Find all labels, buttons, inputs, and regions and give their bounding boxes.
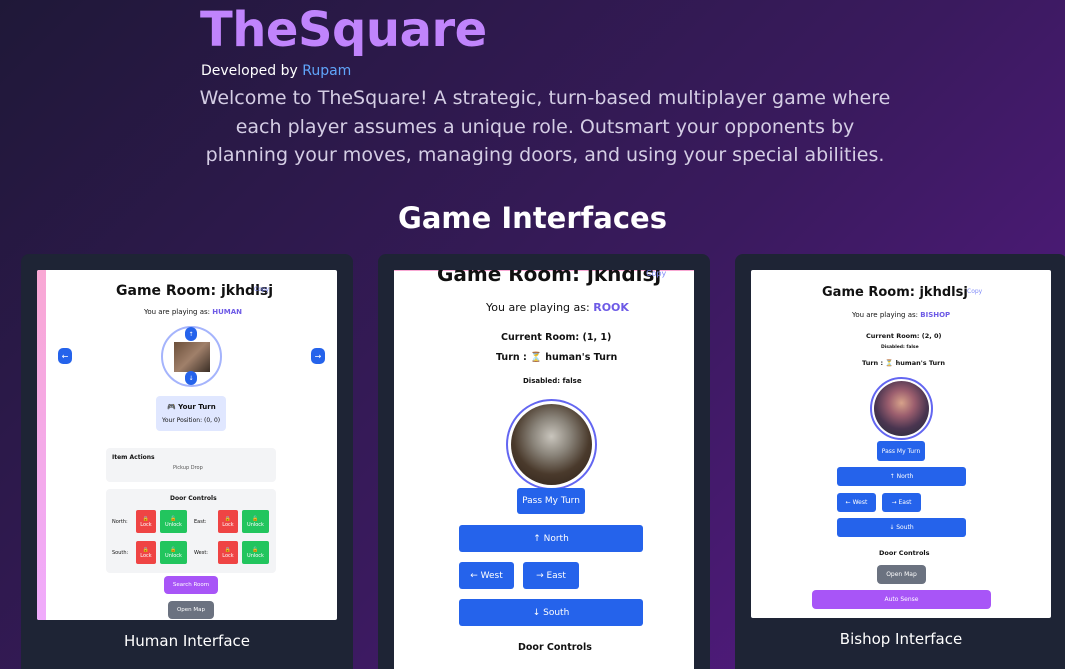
west-label: West: <box>194 550 208 556</box>
avatar <box>511 404 592 485</box>
bishop-interface-card: Game Room: jkhdlsj Copy You are playing … <box>735 254 1065 669</box>
move-south-button[interactable]: ↓ South <box>837 518 966 537</box>
rook-screenshot: Game Room: jkhdlsj Copy You are playing … <box>394 270 694 669</box>
door-controls-title: Door Controls <box>879 549 930 557</box>
east-label: East: <box>194 519 207 525</box>
room-title: Game Room: jkhdlsj <box>116 283 274 299</box>
bishop-screenshot: Game Room: jkhdlsj Copy You are playing … <box>751 270 1051 618</box>
west-lock-button[interactable]: 🔒 Lock <box>218 541 238 564</box>
east-unlock-button[interactable]: 🔓 Unlock <box>242 510 269 533</box>
move-south-button[interactable]: ↓ South <box>459 599 643 626</box>
door-controls-panel: Door Controls North: 🔒 Lock 🔓 Unlock East:… <box>106 489 276 573</box>
your-turn: 🎮 Your Turn <box>167 403 216 411</box>
role-label: ROOK <box>593 301 629 314</box>
unlock-label: Unlock <box>247 521 264 528</box>
playing-as: You are playing as: HUMAN <box>144 308 242 316</box>
developer-credit: Developed by Rupam <box>201 63 351 79</box>
avatar <box>174 342 210 372</box>
copy-link[interactable]: Copy <box>254 286 269 293</box>
south-lock-button[interactable]: 🔒 Lock <box>136 541 156 564</box>
move-east-button[interactable]: → East <box>882 493 921 512</box>
east-lock-button[interactable]: 🔒 Lock <box>218 510 238 533</box>
playing-as-label: You are playing as: <box>486 301 590 314</box>
open-map-button[interactable]: Open Map <box>168 601 214 619</box>
lock-label: Lock <box>140 552 152 559</box>
current-room: Current Room: (2, 0) <box>866 332 942 340</box>
pass-turn-button[interactable]: Pass My Turn <box>877 441 925 461</box>
avatar <box>874 381 929 436</box>
copy-link[interactable]: Copy <box>967 288 982 295</box>
human-screenshot: Game Room: jkhdlsj Copy You are playing … <box>37 270 337 620</box>
turn-status: Turn : ⏳ human's Turn <box>862 359 946 367</box>
site-title: TheSquare <box>200 2 487 58</box>
copy-link[interactable]: Copy <box>646 270 666 278</box>
search-room-button[interactable]: Search Room <box>164 576 218 594</box>
north-lock-button[interactable]: 🔒 Lock <box>136 510 156 533</box>
item-actions-title: Item Actions <box>112 454 155 461</box>
playing-as: You are playing as: BISHOP <box>852 311 950 319</box>
move-east-button[interactable]: → East <box>523 562 579 589</box>
current-room: Current Room: (1, 1) <box>501 332 612 343</box>
section-title: Game Interfaces <box>398 201 667 235</box>
move-right-button[interactable]: → <box>311 348 325 364</box>
player-avatar-ring <box>506 399 597 490</box>
your-position: Your Position: (0, 0) <box>162 417 221 424</box>
human-interface-card: Game Room: jkhdlsj Copy You are playing … <box>21 254 353 669</box>
rook-interface-card: Game Room: jkhdlsj Copy You are playing … <box>378 254 710 669</box>
room-title: Game Room: jkhdlsj <box>822 285 968 300</box>
turn-status: Turn : ⏳ human's Turn <box>496 352 618 363</box>
disabled-status: Disabled: false <box>523 377 582 385</box>
auto-sense-button[interactable]: Auto Sense <box>812 590 991 609</box>
unlock-label: Unlock <box>247 552 264 559</box>
south-unlock-button[interactable]: 🔓 Unlock <box>160 541 187 564</box>
developer-link[interactable]: Rupam <box>302 63 351 79</box>
item-actions-panel: Item Actions Pickup Drop <box>106 448 276 482</box>
south-label: South: <box>112 550 129 556</box>
move-down-button[interactable]: ↓ <box>185 371 197 385</box>
card-caption: Human Interface <box>123 632 251 650</box>
open-map-button[interactable]: Open Map <box>877 565 926 584</box>
card-caption: Bishop Interface <box>839 630 963 648</box>
west-unlock-button[interactable]: 🔓 Unlock <box>242 541 269 564</box>
pass-turn-button[interactable]: Pass My Turn <box>517 488 585 514</box>
lock-label: Lock <box>140 521 152 528</box>
playing-as-label: You are playing as: <box>852 311 919 319</box>
intro-text: Welcome to TheSquare! A strategic, turn-… <box>199 87 891 166</box>
playing-as: You are playing as: ROOK <box>486 301 629 314</box>
player-avatar-ring <box>870 377 933 440</box>
door-controls-title: Door Controls <box>170 495 217 502</box>
move-left-button[interactable]: ← <box>58 348 72 364</box>
unlock-label: Unlock <box>165 552 182 559</box>
door-controls-title: Door Controls <box>518 642 592 653</box>
playing-as-label: You are playing as: <box>144 308 211 316</box>
developer-prefix: Developed by <box>201 63 298 79</box>
north-unlock-button[interactable]: 🔓 Unlock <box>160 510 187 533</box>
move-north-button[interactable]: ↑ North <box>837 467 966 486</box>
accent-bar <box>37 270 46 620</box>
move-north-button[interactable]: ↑ North <box>459 525 643 552</box>
lock-label: Lock <box>222 552 234 559</box>
role-label: BISHOP <box>920 311 951 319</box>
item-actions-buttons[interactable]: Pickup Drop <box>173 465 203 471</box>
move-up-button[interactable]: ↑ <box>185 327 197 341</box>
north-label: North: <box>112 519 128 525</box>
lock-label: Lock <box>222 521 234 528</box>
move-west-button[interactable]: ← West <box>837 493 876 512</box>
role-label: HUMAN <box>212 308 243 316</box>
unlock-label: Unlock <box>165 521 182 528</box>
disabled-status: Disabled: false <box>881 345 919 350</box>
room-title: Game Room: jkhdlsj <box>437 270 662 286</box>
turn-panel: 🎮 Your Turn Your Position: (0, 0) <box>156 396 226 431</box>
move-west-button[interactable]: ← West <box>459 562 514 589</box>
